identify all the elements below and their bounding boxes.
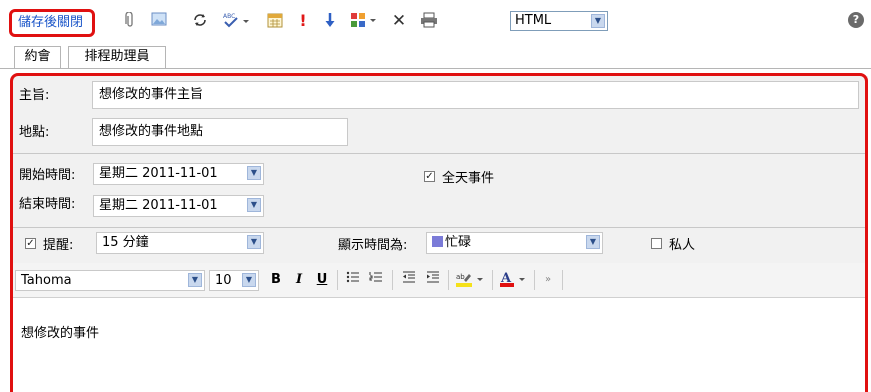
save-close-button[interactable]: 儲存後關閉: [9, 9, 95, 37]
help-icon[interactable]: ?: [848, 12, 864, 28]
form-highlight: [10, 73, 868, 392]
format-select[interactable]: HTML ▼: [510, 11, 608, 31]
calendar-icon[interactable]: [266, 12, 284, 30]
delete-icon[interactable]: ✕: [390, 12, 408, 30]
tab-divider: [0, 68, 871, 69]
tab-appointment[interactable]: 約會: [14, 46, 61, 68]
svg-text:ABC: ABC: [223, 13, 235, 20]
high-importance-icon[interactable]: !: [294, 12, 312, 30]
format-value: HTML: [515, 13, 552, 28]
print-icon[interactable]: [420, 12, 438, 30]
tab-label: 排程助理員: [84, 49, 150, 64]
categorize-icon[interactable]: [350, 12, 378, 30]
toolbar: 儲存後關閉 ABC ! ✕ HTML ▼ ?: [0, 0, 871, 44]
recurrence-icon[interactable]: [191, 12, 209, 30]
chevron-down-icon: ▼: [591, 14, 605, 28]
spellcheck-icon[interactable]: ABC: [222, 12, 250, 30]
insert-image-icon[interactable]: [150, 12, 168, 30]
attach-icon[interactable]: [121, 11, 139, 30]
tab-scheduling-assistant[interactable]: 排程助理員: [68, 46, 166, 68]
tab-label: 約會: [24, 49, 51, 64]
low-importance-icon[interactable]: [321, 12, 339, 30]
